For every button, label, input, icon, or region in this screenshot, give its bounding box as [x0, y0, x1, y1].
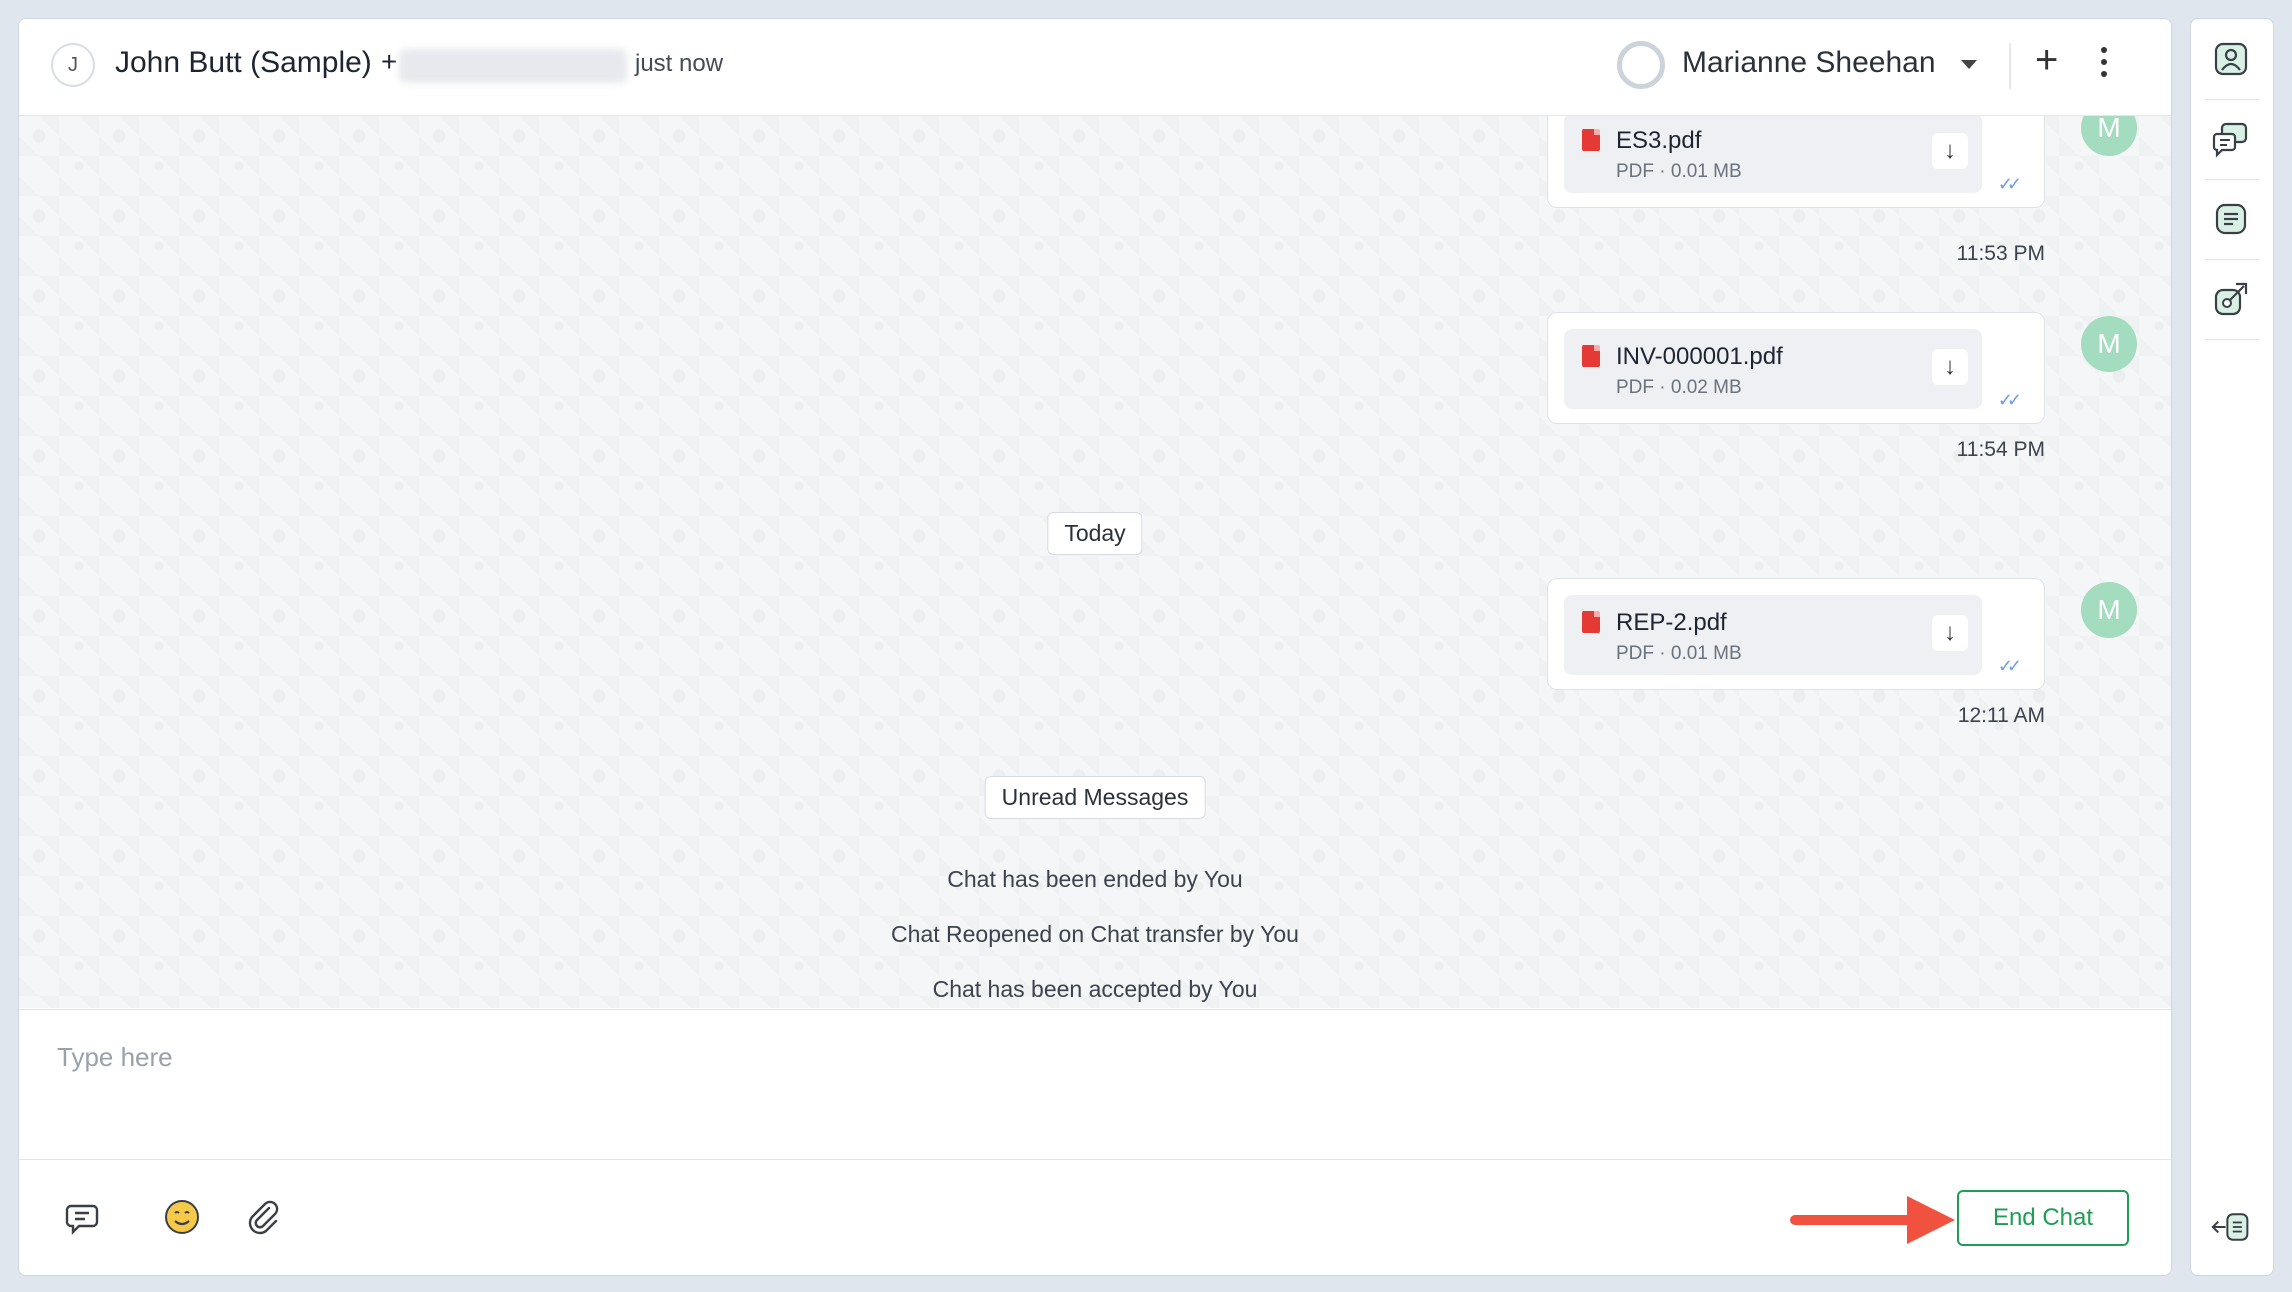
message-time: 11:54 PM — [1956, 438, 2045, 461]
file-name: REP-2.pdf — [1616, 609, 1727, 636]
end-chat-button[interactable]: End Chat — [1957, 1190, 2129, 1246]
chat-window: J John Butt (Sample) + just now Marianne… — [18, 18, 2172, 1276]
add-icon[interactable]: + — [2035, 40, 2058, 80]
agent-avatar[interactable] — [1617, 41, 1665, 89]
file-attachment[interactable]: INV-000001.pdf PDF · 0.02 MB ↓ — [1564, 329, 1982, 409]
file-name: INV-000001.pdf — [1616, 343, 1783, 370]
pdf-icon — [1582, 129, 1600, 151]
composer — [19, 1009, 2171, 1160]
contact-name[interactable]: John Butt (Sample) — [115, 46, 372, 80]
phone-number-redacted — [399, 49, 627, 83]
system-message: Chat Reopened on Chat transfer by You — [891, 921, 1299, 947]
right-sidebar — [2190, 18, 2274, 1276]
file-meta: PDF · 0.01 MB — [1616, 643, 1742, 664]
file-message: ES3.pdf PDF · 0.01 MB ↓ ✓✓ — [1547, 116, 2045, 208]
sidebar-divider — [2205, 99, 2259, 100]
read-receipt-icon: ✓✓ — [1997, 656, 2022, 676]
system-message: Chat has been ended by You — [947, 866, 1243, 892]
file-meta: PDF · 0.01 MB — [1616, 161, 1742, 182]
sender-avatar: M — [2081, 316, 2137, 372]
header-divider — [2009, 43, 2011, 89]
contact-icon[interactable] — [2211, 39, 2251, 79]
read-receipt-icon: ✓✓ — [1997, 390, 2022, 410]
message-input[interactable] — [55, 1036, 1859, 1078]
file-message: INV-000001.pdf PDF · 0.02 MB ↓ ✓✓ — [1547, 312, 2045, 424]
contact-avatar[interactable]: J — [51, 43, 95, 87]
agent-name[interactable]: Marianne Sheehan — [1682, 46, 1936, 80]
attachment-icon[interactable] — [243, 1198, 281, 1236]
collapse-panel-icon[interactable] — [2211, 1207, 2251, 1247]
unread-divider: Unread Messages — [984, 776, 1206, 819]
sender-avatar: M — [2081, 116, 2137, 156]
file-attachment[interactable]: REP-2.pdf PDF · 0.01 MB ↓ — [1564, 595, 1982, 675]
more-options-icon[interactable] — [2101, 47, 2109, 83]
download-icon[interactable]: ↓ — [1932, 615, 1968, 651]
chevron-down-icon[interactable] — [1961, 60, 1977, 69]
pdf-icon — [1582, 345, 1600, 367]
emoji-icon[interactable] — [163, 1198, 201, 1236]
conversations-icon[interactable] — [2211, 119, 2251, 159]
download-icon[interactable]: ↓ — [1932, 349, 1968, 385]
file-message: REP-2.pdf PDF · 0.01 MB ↓ ✓✓ — [1547, 578, 2045, 690]
sidebar-divider — [2205, 339, 2259, 340]
phone-prefix: + — [381, 46, 398, 77]
tag-icon[interactable] — [2211, 279, 2251, 319]
last-seen: just now — [635, 50, 724, 77]
chat-header: J John Butt (Sample) + just now Marianne… — [19, 19, 2171, 116]
message-time: 12:11 AM — [1957, 704, 2045, 727]
file-meta: PDF · 0.02 MB — [1616, 377, 1742, 398]
notes-icon[interactable] — [2211, 199, 2251, 239]
file-name: ES3.pdf — [1616, 127, 1702, 154]
canned-response-icon[interactable] — [65, 1198, 103, 1236]
system-message: Chat has been accepted by You — [932, 976, 1258, 1002]
pdf-icon — [1582, 611, 1600, 633]
sender-avatar: M — [2081, 582, 2137, 638]
message-time: 11:53 PM — [1956, 242, 2045, 265]
download-icon[interactable]: ↓ — [1932, 133, 1968, 169]
composer-toolbar: End Chat — [19, 1159, 2171, 1275]
file-attachment[interactable]: ES3.pdf PDF · 0.01 MB ↓ — [1564, 116, 1982, 193]
date-divider: Today — [1047, 512, 1143, 555]
sidebar-divider — [2205, 179, 2259, 180]
sidebar-divider — [2205, 259, 2259, 260]
message-list[interactable]: ES3.pdf PDF · 0.01 MB ↓ ✓✓ 11:53 PM M IN… — [19, 116, 2171, 1008]
annotation-arrow — [1790, 1196, 1955, 1244]
read-receipt-icon: ✓✓ — [1997, 174, 2022, 194]
